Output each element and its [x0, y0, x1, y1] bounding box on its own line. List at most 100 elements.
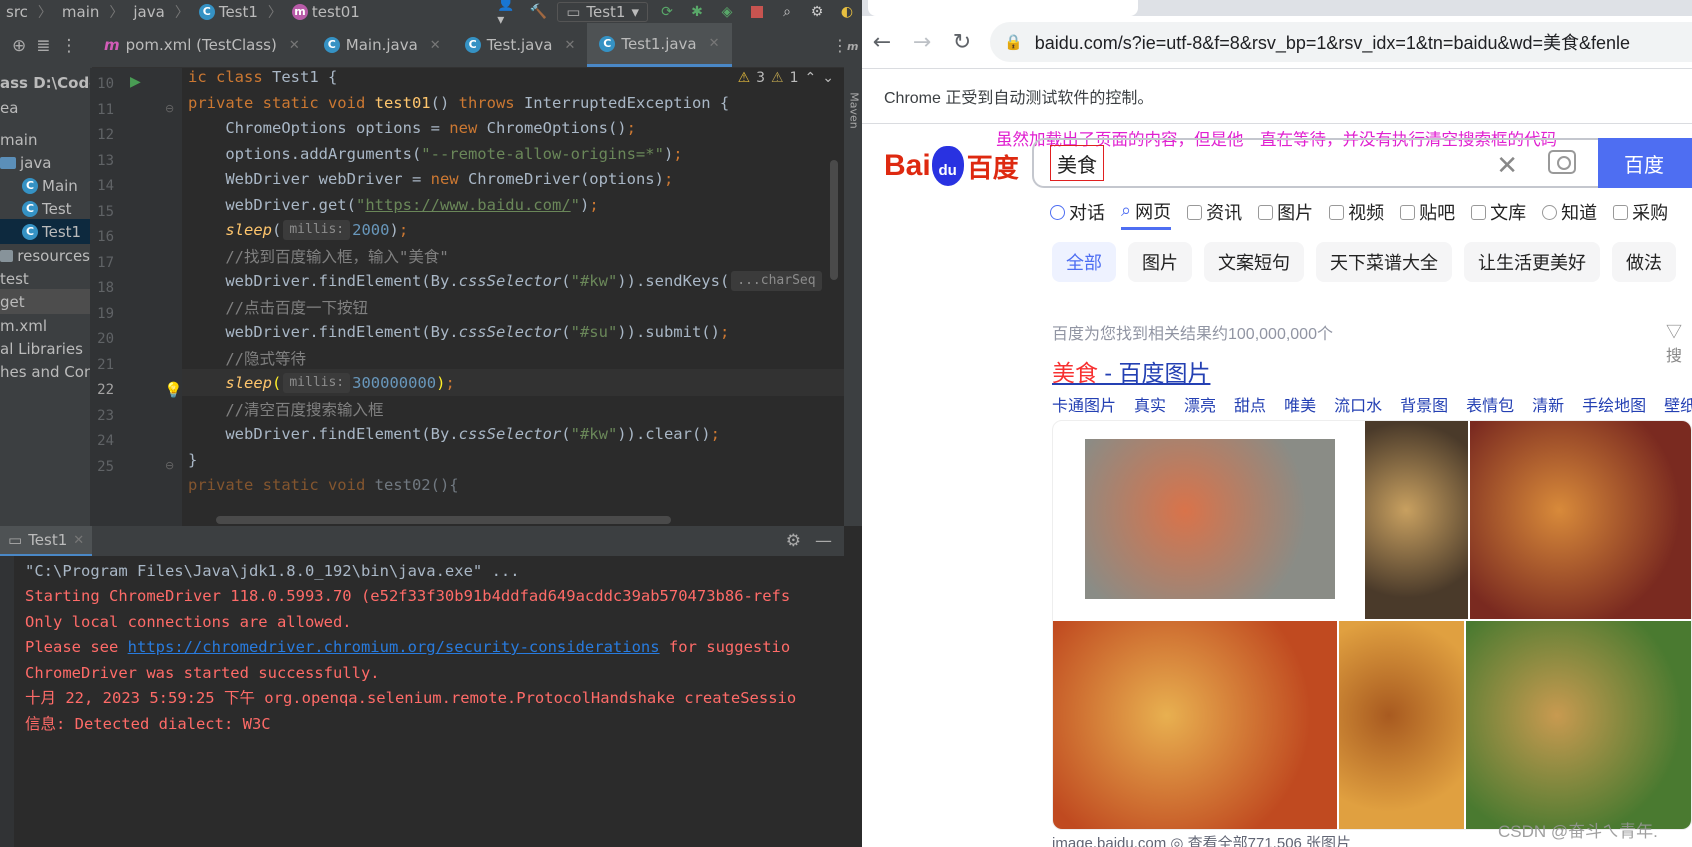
search-icon[interactable]: ⌕ — [776, 2, 798, 22]
image-source[interactable]: image.baidu.com ◎ 查看全部771,506 张图片 — [1052, 832, 1351, 847]
tree-item-test1-class[interactable]: C Test1 — [0, 219, 90, 244]
close-icon[interactable]: ✕ — [1496, 150, 1518, 181]
target-icon[interactable]: ⊕ — [12, 36, 26, 56]
collapse-icon[interactable]: ≣ — [36, 36, 50, 56]
tree-item-resources[interactable]: resources — [0, 243, 90, 268]
tag-link[interactable]: 卡通图片 — [1052, 392, 1116, 416]
fold-icon[interactable]: ⊖ — [165, 102, 174, 115]
tab-pom-xml[interactable]: m pom.xml (TestClass) ✕ — [92, 23, 312, 67]
tree-root[interactable]: ass D:\Code — [0, 70, 90, 95]
breadcrumb-main[interactable]: main — [62, 3, 99, 21]
tag-link[interactable]: 流口水 — [1334, 392, 1382, 416]
camera-icon[interactable] — [1548, 150, 1576, 174]
close-icon[interactable]: ✕ — [709, 36, 720, 51]
gear-icon[interactable]: ⚙ — [806, 2, 828, 22]
tree-item-scratches[interactable]: hes and Con — [0, 359, 90, 384]
plugin-logo-icon[interactable]: ◐ — [836, 2, 858, 22]
tab-tieba[interactable]: 贴吧 — [1400, 194, 1455, 230]
tag-link[interactable]: 背景图 — [1400, 392, 1448, 416]
reload-icon[interactable]: ↻ — [942, 22, 982, 62]
stop-icon[interactable] — [746, 2, 768, 22]
waffles-desserts-image[interactable] — [1470, 421, 1691, 619]
breadcrumb-java[interactable]: java — [133, 3, 164, 21]
vertical-scrollbar[interactable] — [830, 160, 838, 280]
seafood-bowl-image[interactable] — [1365, 421, 1468, 619]
fries-image[interactable] — [1339, 621, 1464, 829]
tag-link[interactable]: 真实 — [1134, 392, 1166, 416]
breadcrumb-src[interactable]: src — [6, 3, 28, 21]
tree-item-pom[interactable]: m.xml — [0, 313, 90, 338]
pizza-image[interactable] — [1053, 621, 1337, 829]
run-tab-test1[interactable]: ▭ Test1 ✕ — [0, 526, 93, 556]
debug-bug-icon[interactable]: ✱ — [686, 2, 708, 22]
tab-wenku[interactable]: 文库 — [1471, 194, 1526, 230]
lightbulb-icon[interactable]: 💡 — [164, 381, 183, 399]
chip-recipes[interactable]: 天下菜谱大全 — [1316, 242, 1452, 282]
run-configuration-selector[interactable]: ▭ Test1 ▾ — [557, 2, 648, 22]
tree-item-idea[interactable]: ea — [0, 95, 90, 120]
coverage-icon[interactable]: ◈ — [716, 2, 738, 22]
tree-item-test[interactable]: test — [0, 266, 90, 291]
tree-item-java[interactable]: java — [0, 150, 90, 175]
chip-images[interactable]: 图片 — [1128, 242, 1192, 282]
tab-test1-java[interactable]: C Test1.java ✕ — [587, 23, 732, 67]
tab-video[interactable]: 视频 — [1329, 194, 1384, 230]
search-input[interactable]: 美食 ✕ — [1032, 138, 1598, 188]
tab-zhidao[interactable]: 知道 — [1542, 194, 1597, 230]
tag-link[interactable]: 甜点 — [1234, 392, 1266, 416]
browser-tab-active[interactable] — [868, 0, 1138, 16]
chip-method[interactable]: 做法 — [1612, 242, 1676, 282]
tag-link[interactable]: 壁纸 — [1664, 392, 1692, 416]
tree-item-main-class[interactable]: C Main — [0, 173, 90, 198]
rerun-icon[interactable]: ⟳ — [656, 2, 678, 22]
inspection-widget[interactable]: ⚠ 3 ⚠ 1 ⌃ ⌄ — [738, 70, 834, 86]
tag-link[interactable]: 清新 — [1532, 392, 1564, 416]
tag-link[interactable]: 手绘地图 — [1582, 392, 1646, 416]
code-url-link[interactable]: https://www.baidu.com/ — [365, 196, 570, 214]
tree-item-libraries[interactable]: al Libraries — [0, 336, 90, 361]
lock-icon[interactable]: 🔒 — [1004, 33, 1023, 51]
tag-link[interactable]: 漂亮 — [1184, 392, 1216, 416]
run-gutter-icon[interactable]: ▶ — [130, 74, 141, 90]
baidu-logo[interactable]: Bai du 百度 — [884, 142, 1019, 190]
chip-copywriting[interactable]: 文案短句 — [1204, 242, 1304, 282]
horizontal-scrollbar[interactable] — [216, 516, 671, 524]
tag-link[interactable]: 表情包 — [1466, 392, 1514, 416]
address-bar[interactable]: 🔒 baidu.com/s?ie=utf-8&f=8&rsv_bp=1&rsv_… — [990, 22, 1692, 62]
tab-main-java[interactable]: C Main.java ✕ — [312, 23, 453, 67]
tree-item-test-class[interactable]: C Test — [0, 196, 90, 221]
chip-all[interactable]: 全部 — [1052, 242, 1116, 282]
tab-purchase[interactable]: 采购 — [1613, 194, 1668, 230]
tag-link[interactable]: 唯美 — [1284, 392, 1316, 416]
maven-tool-window-strip[interactable]: m Maven — [844, 24, 862, 526]
close-icon[interactable]: ✕ — [289, 38, 300, 53]
gear-icon[interactable]: ⚙ — [786, 531, 801, 551]
build-hammer-icon[interactable]: 🔨 — [527, 2, 549, 22]
chip-better-life[interactable]: 让生活更美好 — [1464, 242, 1600, 282]
tab-test-java[interactable]: C Test.java ✕ — [453, 23, 588, 67]
fold-icon[interactable]: ⊖ — [165, 459, 174, 472]
grilled-fish-image[interactable] — [1085, 439, 1335, 599]
minimize-icon[interactable]: — — [815, 531, 832, 551]
result-title-link[interactable]: 美食 - 百度图片 — [1052, 354, 1210, 388]
tree-item-main[interactable]: main — [0, 127, 90, 152]
tab-chat[interactable]: 对话 — [1050, 194, 1105, 230]
close-icon[interactable]: ✕ — [430, 38, 441, 53]
chevron-up-icon[interactable]: ⌃ — [805, 70, 817, 86]
code-editor[interactable]: ⚠ 3 ⚠ 1 ⌃ ⌄ ic class Test1 { private stati… — [182, 68, 844, 526]
back-arrow-icon[interactable]: ← — [862, 22, 902, 62]
breadcrumb-class[interactable]: Test1 — [219, 3, 258, 21]
tree-item-target[interactable]: get — [0, 289, 90, 314]
search-button[interactable]: 百度 — [1598, 138, 1692, 188]
options-icon[interactable]: ⋮ — [61, 36, 78, 56]
close-icon[interactable]: ✕ — [564, 38, 575, 53]
salad-pizza-image[interactable] — [1466, 621, 1691, 829]
tab-web[interactable]: ⌕ 网页 — [1121, 194, 1172, 230]
close-icon[interactable]: ✕ — [73, 533, 84, 548]
tab-images[interactable]: 图片 — [1258, 194, 1313, 230]
forward-arrow-icon[interactable]: → — [902, 22, 942, 62]
console-link[interactable]: https://chromedriver.chromium.org/securi… — [128, 638, 660, 656]
user-icon[interactable]: 👤▾ — [497, 0, 519, 28]
chevron-down-icon[interactable]: ⌄ — [822, 70, 834, 86]
breadcrumb-method[interactable]: test01 — [312, 3, 360, 21]
